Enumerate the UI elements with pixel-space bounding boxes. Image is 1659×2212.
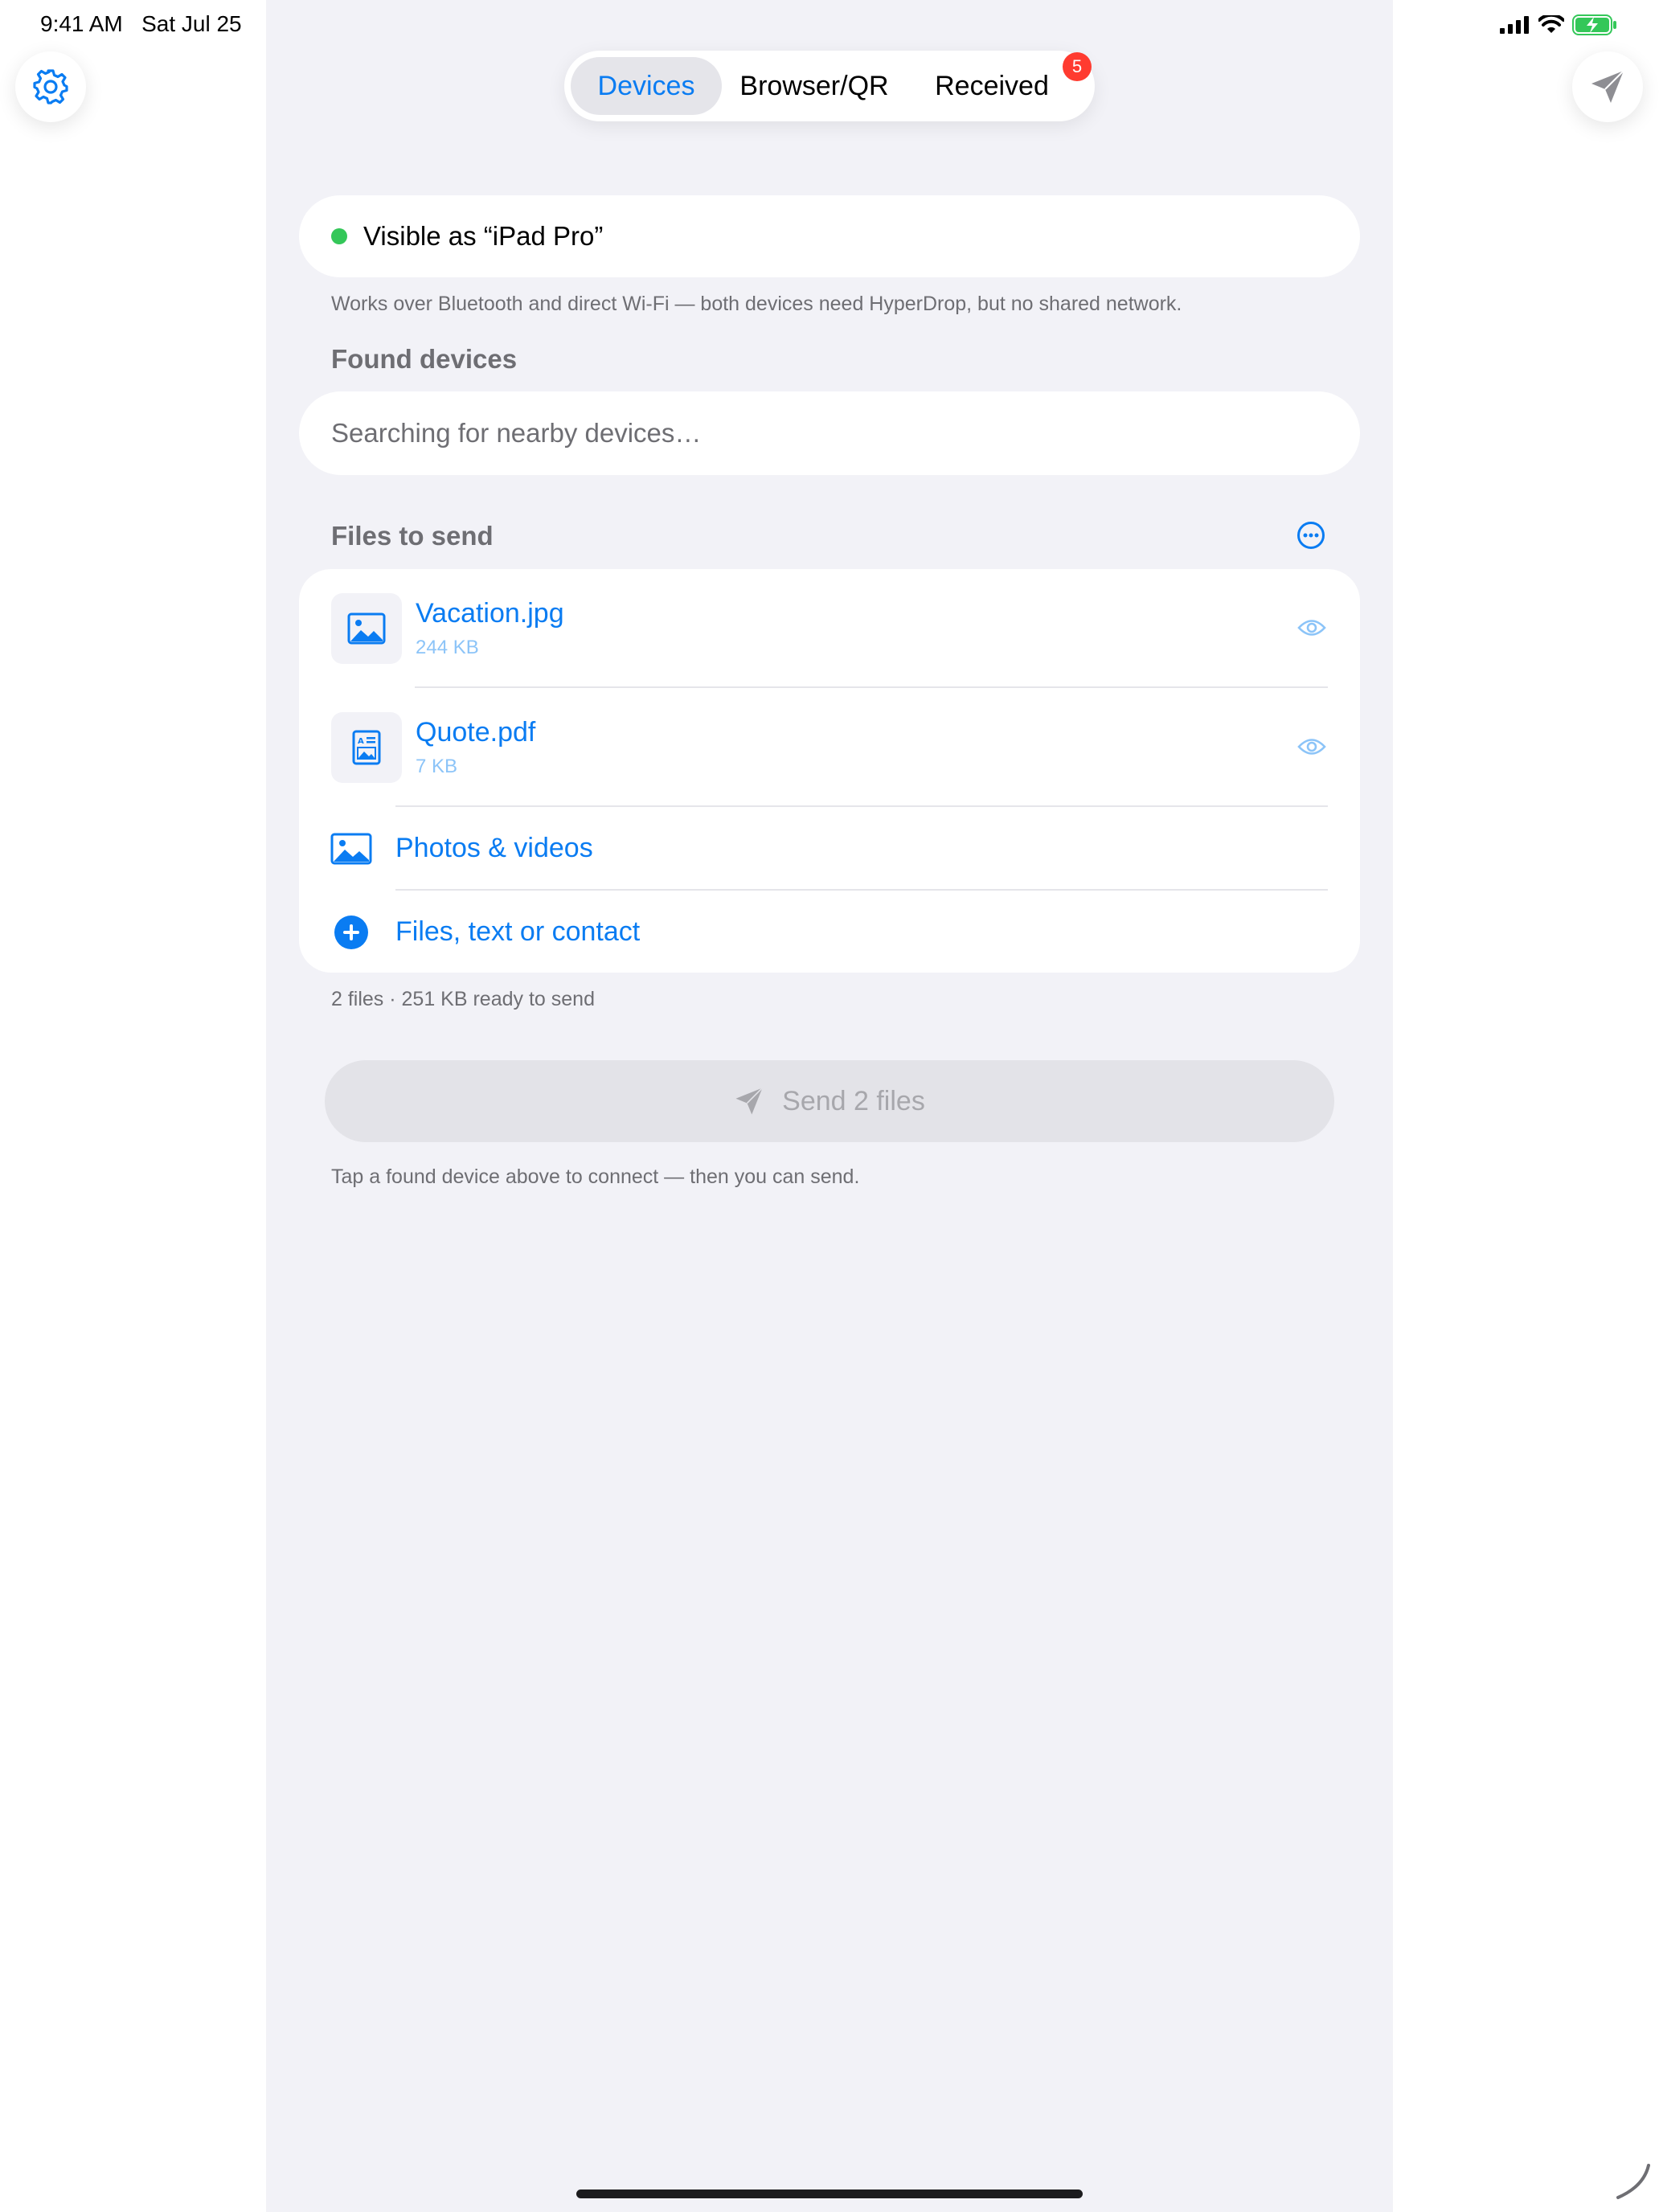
pencil-hover-icon xyxy=(1616,2164,1650,2199)
add-photos-videos-button[interactable]: Photos & videos xyxy=(299,807,1360,891)
settings-button[interactable] xyxy=(15,51,86,122)
send-files-button[interactable]: Send 2 files xyxy=(325,1060,1334,1142)
files-summary: 2 files · 251 KB ready to send xyxy=(331,988,595,1010)
paper-plane-icon xyxy=(735,1087,764,1115)
status-time: 9:41 AM xyxy=(40,11,123,36)
action-icon xyxy=(330,831,373,866)
received-count-badge: 5 xyxy=(1063,52,1092,81)
svg-text:A: A xyxy=(358,737,364,746)
plus-circle-icon xyxy=(334,916,368,949)
action-label: Photos & videos xyxy=(395,833,593,863)
visibility-text: Visible as “iPad Pro” xyxy=(363,221,604,251)
tab-browser-qr[interactable]: Browser/QR xyxy=(730,57,899,115)
battery-charging-icon xyxy=(1572,14,1616,35)
connect-hint: Tap a found device above to connect — th… xyxy=(331,1165,860,1188)
searching-text: Searching for nearby devices… xyxy=(331,418,702,448)
mode-segmented-control: Devices Browser/QR Received 5 xyxy=(564,51,1095,121)
files-to-send-header: Files to send xyxy=(331,521,494,551)
file-name: Quote.pdf xyxy=(416,717,536,748)
visibility-status-card: Visible as “iPad Pro” xyxy=(299,195,1360,277)
connection-hint: Works over Bluetooth and direct Wi‑Fi — … xyxy=(331,293,1182,315)
photo-icon xyxy=(347,612,386,645)
status-bar-time: 9:41 AM Sat Jul 25 xyxy=(40,11,242,37)
file-name: Vacation.jpg xyxy=(416,598,564,629)
status-bar-indicators xyxy=(1500,14,1617,35)
found-devices-list: Searching for nearby devices… xyxy=(299,391,1360,475)
action-icon xyxy=(330,915,373,950)
send-shortcut-button[interactable] xyxy=(1572,51,1643,122)
document-icon: A xyxy=(352,730,381,765)
wifi-icon xyxy=(1538,15,1564,33)
tab-browser-qr-label: Browser/QR xyxy=(739,70,889,101)
file-row-quote[interactable]: A Quote.pdf 7 KB xyxy=(299,688,1360,807)
tab-devices-label: Devices xyxy=(597,70,695,101)
tab-received[interactable]: Received xyxy=(911,57,1072,115)
status-dot-icon xyxy=(331,228,347,244)
home-indicator xyxy=(576,2189,1083,2198)
status-date: Sat Jul 25 xyxy=(141,11,242,36)
file-size: 7 KB xyxy=(416,756,458,777)
preview-eye-icon[interactable] xyxy=(1297,735,1326,759)
more-options-icon[interactable] xyxy=(1296,521,1325,550)
files-to-send-list: Vacation.jpg 244 KB A Quote.pdf 7 KB Pho… xyxy=(299,569,1360,973)
paper-plane-icon xyxy=(1591,70,1624,103)
file-row-vacation[interactable]: Vacation.jpg 244 KB xyxy=(299,569,1360,688)
action-label: Files, text or contact xyxy=(395,916,641,947)
cellular-icon xyxy=(1500,16,1529,34)
file-size: 244 KB xyxy=(416,637,479,658)
photo-icon xyxy=(330,833,372,865)
preview-eye-icon[interactable] xyxy=(1297,616,1326,640)
add-files-text-contact-button[interactable]: Files, text or contact xyxy=(299,891,1360,973)
tab-received-label: Received xyxy=(935,70,1049,101)
found-devices-header: Found devices xyxy=(331,344,518,374)
send-button-label: Send 2 files xyxy=(782,1085,925,1116)
gear-icon xyxy=(33,69,68,104)
file-thumbnail: A xyxy=(331,712,402,783)
tab-devices[interactable]: Devices xyxy=(571,57,722,115)
file-thumbnail xyxy=(331,593,402,664)
